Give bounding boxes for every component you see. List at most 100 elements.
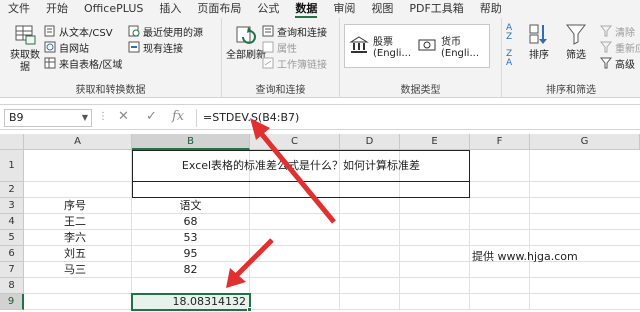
tab-file[interactable]: 文件: [0, 0, 38, 18]
column-header-e[interactable]: E: [400, 134, 470, 150]
column-header-b[interactable]: B: [132, 134, 250, 150]
name-box[interactable]: B9 ▼: [4, 109, 92, 127]
cell-a3[interactable]: 序号: [24, 198, 132, 214]
fill-handle[interactable]: [247, 307, 252, 312]
data-type-gallery: 股票 (Engli... 货币 (Engli...: [344, 24, 490, 68]
from-table-range-button[interactable]: 来自表格/区域: [44, 56, 122, 71]
cell-a5[interactable]: 李六: [24, 230, 132, 246]
insert-function-icon[interactable]: fx: [172, 109, 184, 124]
from-web-button[interactable]: 自网站: [44, 40, 89, 55]
row-header-3[interactable]: 3: [0, 198, 24, 214]
table-icon: [44, 57, 56, 69]
formula-input[interactable]: =STDEV.S(B4:B7): [196, 109, 636, 127]
sort-ascending-button[interactable]: AZ: [506, 23, 513, 42]
row-header-8[interactable]: 8: [0, 278, 24, 294]
sort-descending-button[interactable]: ZA: [506, 49, 513, 68]
existing-connections-button[interactable]: 现有连接: [128, 40, 183, 55]
sort-button[interactable]: 排序: [524, 22, 554, 62]
row-header-2[interactable]: 2: [0, 182, 24, 198]
title-cell[interactable]: Excel表格的标准差公式是什么？如何计算标准差: [132, 150, 470, 182]
get-data-label: 获取数据: [10, 50, 40, 73]
column-header-a[interactable]: A: [24, 134, 132, 150]
cell-b5[interactable]: 53: [132, 230, 250, 246]
reapply-icon: [599, 41, 613, 53]
clear-filter-button[interactable]: 清除: [599, 24, 635, 39]
credit-text: 提供 www.hjga.com: [472, 250, 578, 263]
cell-b2-f2[interactable]: [132, 182, 470, 198]
group-label-get-transform: 获取和转换数据: [75, 85, 146, 96]
stocks-button[interactable]: 股票 (Engli...: [345, 25, 411, 67]
refresh-all-button[interactable]: 全部刷新: [226, 22, 266, 62]
connections-icon: [128, 41, 140, 53]
group-label-queries: 查询和连接: [255, 85, 306, 96]
clear-filter-icon: [599, 25, 613, 37]
from-text-csv-button[interactable]: 从文本/CSV: [44, 24, 113, 39]
select-all-corner[interactable]: [0, 134, 24, 150]
cell-b9-result[interactable]: 18.08314132: [132, 294, 250, 310]
get-data-button[interactable]: 获取数据: [6, 22, 44, 74]
group-data-types: 股票 (Engli... 货币 (Engli... 数据类型: [340, 18, 502, 98]
recent-sources-button[interactable]: 最近使用的源: [128, 24, 203, 39]
column-header-d[interactable]: D: [340, 134, 400, 150]
workbook-links-button[interactable]: 工作簿链接: [262, 56, 327, 71]
currency-icon: [417, 35, 437, 58]
cell-b3[interactable]: 语文: [132, 198, 250, 214]
tab-insert[interactable]: 插入: [151, 0, 189, 18]
queries-connections-button[interactable]: 查询和连接: [262, 24, 327, 39]
filter-button[interactable]: 筛选: [562, 22, 590, 62]
cell-a4[interactable]: 王二: [24, 214, 132, 230]
row-header-7[interactable]: 7: [0, 262, 24, 278]
enter-icon[interactable]: ✓: [146, 109, 157, 124]
tab-help[interactable]: 帮助: [472, 0, 510, 18]
row-header-4[interactable]: 4: [0, 214, 24, 230]
column-header-c[interactable]: C: [250, 134, 340, 150]
cell-a7[interactable]: 马三: [24, 262, 132, 278]
cell-b7[interactable]: 82: [132, 262, 250, 278]
row-header-5[interactable]: 5: [0, 230, 24, 246]
column-header-f[interactable]: F: [470, 134, 530, 150]
tab-data[interactable]: 数据: [287, 0, 325, 18]
group-label-sort-filter: 排序和筛选: [546, 85, 596, 96]
link-icon: [262, 57, 274, 69]
refresh-all-label: 全部刷新: [226, 50, 266, 61]
tab-review[interactable]: 审阅: [325, 0, 363, 18]
resize-handle-icon[interactable]: ⋮: [98, 111, 108, 125]
properties-button[interactable]: 属性: [262, 40, 297, 55]
advanced-filter-icon: [599, 57, 613, 69]
refresh-icon: [234, 22, 258, 50]
ribbon-tab-bar: 文件 开始 OfficePLUS 插入 页面布局 公式 数据 审阅 视图 PDF…: [0, 0, 640, 18]
bank-icon: [349, 35, 369, 58]
advanced-filter-button[interactable]: 高级: [599, 56, 635, 71]
column-header-g[interactable]: G: [530, 134, 640, 150]
row-header-9[interactable]: 9: [0, 294, 24, 310]
filter-icon: [565, 22, 587, 50]
cancel-icon[interactable]: ✕: [118, 109, 129, 124]
tab-pdf-toolbox[interactable]: PDF工具箱: [401, 0, 471, 18]
cell-a6[interactable]: 刘五: [24, 246, 132, 262]
sort-za-icon: ZA: [506, 49, 513, 68]
group-sort-filter: AZ ZA 排序 筛选 清除 重新 高级 排序和筛选: [502, 18, 640, 98]
row-header-1[interactable]: 1: [0, 150, 24, 182]
tab-page-layout[interactable]: 页面布局: [189, 0, 249, 18]
group-label-data-types: 数据类型: [400, 85, 441, 96]
tab-officeplus[interactable]: OfficePLUS: [76, 0, 151, 18]
properties-icon: [262, 41, 274, 53]
currency-button[interactable]: 货币 (Engli...: [413, 25, 479, 67]
sort-az-icon: AZ: [506, 23, 513, 42]
web-icon: [44, 41, 56, 53]
chevron-down-icon[interactable]: ▼: [82, 110, 88, 126]
cell-b4[interactable]: 68: [132, 214, 250, 230]
formula-bar: B9 ▼ ⋮ ✕ ✓ fx =STDEV.S(B4:B7): [0, 104, 640, 130]
tab-view[interactable]: 视图: [363, 0, 401, 18]
reapply-button[interactable]: 重新应用: [599, 40, 640, 55]
tab-home[interactable]: 开始: [38, 0, 76, 18]
group-get-transform: 获取数据 从文本/CSV 自网站 来自表格/区域 最近使用的源 现有连接 获取和…: [0, 18, 222, 98]
recent-sources-icon: [128, 25, 140, 37]
ribbon: 获取数据 从文本/CSV 自网站 来自表格/区域 最近使用的源 现有连接 获取和…: [0, 18, 640, 98]
tab-formulas[interactable]: 公式: [249, 0, 287, 18]
sort-icon: [528, 22, 550, 50]
row-header-6[interactable]: 6: [0, 246, 24, 262]
text-file-icon: [44, 25, 56, 37]
cell-b6[interactable]: 95: [132, 246, 250, 262]
worksheet-grid: A B C D E F G 1 2 3 4 5 6 7 8 9 Excel表格的…: [0, 134, 640, 312]
